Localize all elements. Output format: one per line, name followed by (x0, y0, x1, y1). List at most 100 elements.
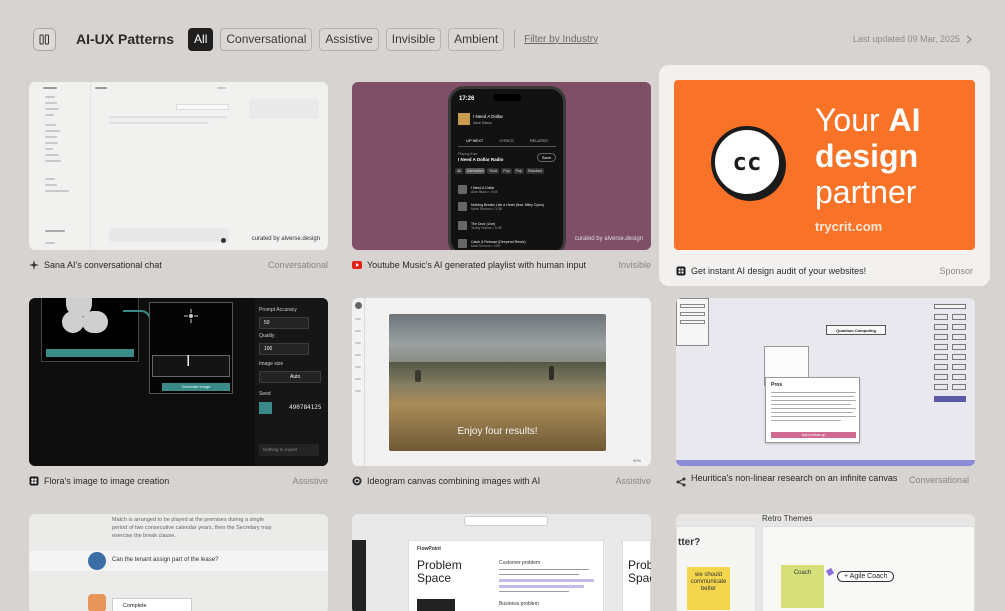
canvas-toolbar (464, 516, 548, 526)
seed-label: Seed (259, 391, 271, 397)
top-bar: AI-UX Patterns All Conversational Assist… (33, 27, 972, 51)
pros-dialog-title: Pros (771, 382, 783, 388)
genre-chip[interactable]: All (455, 168, 463, 174)
shuffle-seed-button[interactable] (259, 402, 272, 414)
sparkle-icon (29, 260, 39, 270)
card-thumbnail[interactable]: Retro Themes tter? we should communicate… (676, 514, 975, 611)
sponsor-headline: Your AI design partner (815, 102, 921, 210)
card-thumbnail[interactable]: FlowPoint Problem Space Customer problem… (352, 514, 651, 611)
now-playing-title: I Need A Dollar (473, 114, 504, 119)
genre-chip[interactable]: Rock (487, 168, 500, 174)
canvas-node-title[interactable]: Quantum Computing (826, 325, 886, 335)
image-size-label: Image size (259, 361, 284, 367)
card-tag[interactable]: Conversational (268, 260, 328, 270)
tab-related[interactable]: RELATED (530, 138, 548, 143)
export-button[interactable]: Nothing to export (259, 444, 319, 456)
card-tag[interactable]: Assistive (615, 476, 651, 486)
card-caption: Get instant AI design audit of your webs… (676, 263, 973, 279)
fp-brand: FlowPoint (417, 546, 441, 552)
flora-output-node: I Generate image (149, 302, 233, 394)
tenant-question: Can the tenant assign part of the lease? (112, 557, 219, 563)
pattern-card-youtube[interactable]: 17:26 I Need A Dollar Aloe Blacc UP NEXT… (352, 82, 651, 273)
headline-design: design (815, 138, 919, 174)
retro-column-title: tter? (678, 537, 701, 548)
fp-section: Customer problem (499, 560, 541, 566)
card-title: Ideogram canvas combining images with AI (367, 475, 541, 486)
filter-chip-invisible[interactable]: Invisible (385, 27, 442, 51)
fp-title-right: Prob Spac (628, 559, 651, 585)
card-caption: Flora's image to image creation Assistiv… (29, 473, 328, 489)
photo-caption: Enjoy four results! (457, 426, 538, 437)
lease-text: Match is arranged to be played at the pr… (112, 517, 272, 539)
seed-value: 490784125 (289, 404, 322, 411)
genre-chip[interactable]: Pop (513, 168, 524, 174)
filter-chip-all[interactable]: All (188, 27, 214, 51)
retro-board: Coach + Agile Coach (762, 526, 975, 611)
last-updated[interactable]: Last updated 09 Mar, 2025 (853, 34, 972, 44)
pattern-card-ideogram[interactable]: Enjoy four results! 90% Ideogram canvas … (352, 298, 651, 489)
filter-by-industry-link[interactable]: Filter by Industry (524, 34, 598, 45)
card-caption: Sana AI's conversational chat Conversati… (29, 257, 328, 273)
prompt-accuracy-input[interactable]: 50 (259, 317, 309, 329)
save-button[interactable]: Save (536, 153, 556, 162)
tab-lyrics[interactable]: LYRICS (499, 138, 513, 143)
image-size-select[interactable]: Auto (259, 371, 321, 383)
quality-input[interactable]: 100 (259, 343, 309, 355)
card-thumbnail[interactable]: curated by alverse.design (29, 82, 328, 250)
zoom-level[interactable]: 90% (633, 458, 641, 463)
generated-photo[interactable]: Enjoy four results! (389, 314, 606, 451)
brand-title: AI-UX Patterns (76, 31, 175, 47)
fp-section-2: Business problem (499, 601, 539, 607)
card-tag[interactable]: Assistive (292, 476, 328, 486)
filter-chip-assistive[interactable]: Assistive (319, 27, 379, 51)
album-art (458, 239, 467, 248)
card-tag: Sponsor (939, 266, 973, 276)
pattern-card-sana[interactable]: curated by alverse.design Sana AI's conv… (29, 82, 328, 273)
album-art (458, 202, 467, 211)
card-thumbnail[interactable]: Quantum Computing Pros Ask a follow-up (676, 298, 975, 466)
crit-logo: cc (711, 126, 783, 198)
sticky-note[interactable]: we should communicate better (687, 567, 730, 610)
card-thumbnail[interactable]: Enjoy four results! 90% (352, 298, 651, 466)
agile-coach-text: Agile Coach (849, 573, 888, 580)
genre-chip[interactable]: Alternative (464, 168, 486, 174)
sticky-note[interactable]: Coach (781, 565, 824, 608)
filter-divider (514, 30, 516, 48)
text-cursor-icon: I (186, 353, 191, 370)
genre-chip[interactable]: Pop (501, 168, 512, 174)
card-caption: Heuritica's non-linear research on an in… (676, 473, 975, 495)
card-thumbnail[interactable]: 17:26 I Need A Dollar Aloe Blacc UP NEXT… (352, 82, 651, 250)
sponsor-card[interactable]: cc Your AI design partner trycrit.com Ge… (659, 65, 990, 286)
flora-prompt-box[interactable] (152, 355, 230, 377)
playing-from: I Need A Dollar Radio (458, 157, 504, 162)
queue-item[interactable]: I Need A Dollar Aloe Blacc • 4:04 (458, 183, 556, 196)
queue-tabs: UP NEXT LYRICS RELATED (458, 138, 556, 147)
pattern-card-flora[interactable]: I Generate image Prompt Accuracy 50 Qual… (29, 298, 328, 489)
pattern-card-tenant[interactable]: Match is arranged to be played at the pr… (29, 514, 328, 611)
agile-coach-label[interactable]: + Agile Coach (837, 571, 895, 582)
plus-icon: + (844, 573, 849, 580)
queue-item[interactable]: Nothing Breaks Like a Heart (feat. Miley… (458, 200, 556, 213)
genre-chip[interactable]: Standard (525, 168, 545, 174)
card-tag[interactable]: Invisible (618, 260, 651, 270)
ask-follow-up-button[interactable]: Ask a follow-up (771, 432, 856, 438)
sponsor-banner[interactable]: cc Your AI design partner trycrit.com (674, 80, 975, 250)
queue-item[interactable]: Catch & Release (Deepend Remix) Matt Simo… (458, 237, 556, 250)
sidebar-toggle-button[interactable] (33, 27, 56, 51)
tab-up-next[interactable]: UP NEXT (466, 138, 483, 143)
card-thumbnail[interactable]: Match is arranged to be played at the pr… (29, 514, 328, 611)
queue-item[interactable]: The Door (Live) Teddy Swims • 3:35 (458, 219, 556, 232)
filter-chip-ambient[interactable]: Ambient (448, 27, 505, 51)
pattern-card-flowpoint[interactable]: FlowPoint Problem Space Customer problem… (352, 514, 651, 611)
flora-settings-panel: Prompt Accuracy 50 Quality 100 Image siz… (255, 298, 328, 466)
card-thumbnail[interactable]: I Generate image Prompt Accuracy 50 Qual… (29, 298, 328, 466)
pattern-card-heuritica[interactable]: Quantum Computing Pros Ask a follow-up H… (676, 298, 975, 495)
card-tag[interactable]: Conversational (909, 475, 969, 485)
filter-chip-conversational[interactable]: Conversational (220, 27, 313, 51)
problem-space-frame: FlowPoint Problem Space Customer problem… (408, 540, 604, 611)
sana-sidebar-mock (29, 82, 91, 250)
sponsor-url[interactable]: trycrit.com (815, 219, 882, 234)
phone-time: 17:26 (459, 96, 475, 102)
pattern-card-retro[interactable]: Retro Themes tter? we should communicate… (676, 514, 975, 611)
generate-button[interactable]: Generate image (162, 383, 230, 391)
